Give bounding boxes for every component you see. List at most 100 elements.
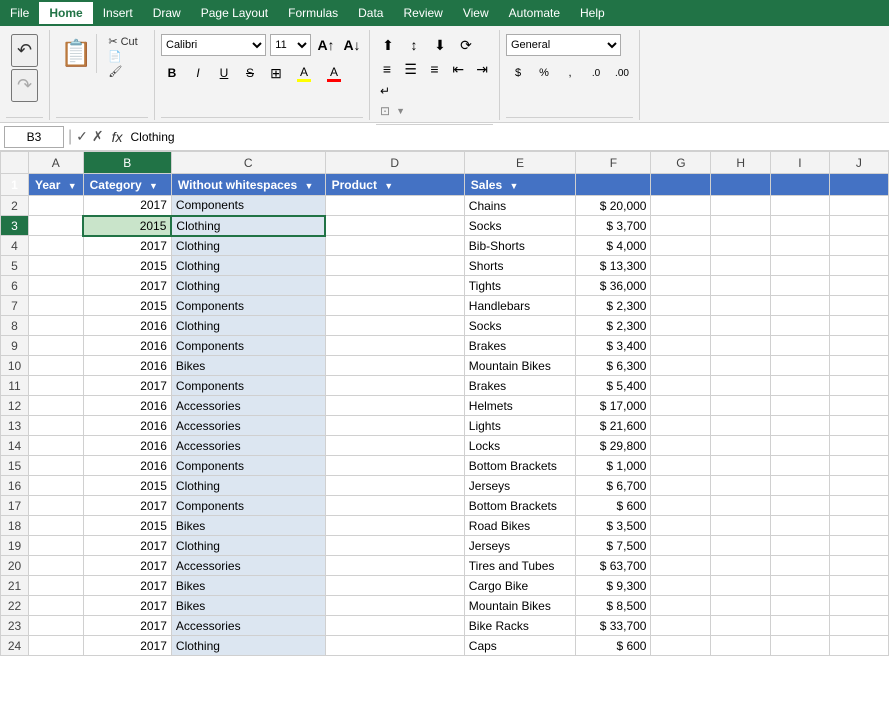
menu-view[interactable]: View <box>453 2 499 24</box>
number-format-select[interactable]: General <box>506 34 621 56</box>
cell-year[interactable]: 2017 <box>83 496 171 516</box>
menu-pagelayout[interactable]: Page Layout <box>191 2 278 24</box>
align-middle-button[interactable]: ↕ <box>402 34 426 56</box>
cell-year[interactable]: 2016 <box>83 356 171 376</box>
cell-a[interactable] <box>29 356 84 376</box>
align-bottom-button[interactable]: ⬇ <box>428 34 452 56</box>
cell-sales[interactable]: $ 2,300 <box>576 316 651 336</box>
cell-a[interactable] <box>29 556 84 576</box>
indent-increase-button[interactable]: ⇥ <box>471 58 493 80</box>
cell-sales[interactable]: $ 21,600 <box>576 416 651 436</box>
menu-data[interactable]: Data <box>348 2 393 24</box>
cell-a[interactable] <box>29 396 84 416</box>
cell-sales[interactable]: $ 4,000 <box>576 236 651 256</box>
cell-year[interactable]: 2015 <box>83 476 171 496</box>
cell-whitespaces[interactable] <box>325 436 464 456</box>
cell-whitespaces[interactable] <box>325 256 464 276</box>
col-header-a[interactable]: A <box>29 152 84 174</box>
cell-sales[interactable]: $ 8,500 <box>576 596 651 616</box>
cell-sales[interactable]: $ 3,400 <box>576 336 651 356</box>
cell-whitespaces[interactable] <box>325 516 464 536</box>
cell-sales[interactable]: $ 36,000 <box>576 276 651 296</box>
cell-sales[interactable]: $ 63,700 <box>576 556 651 576</box>
cell-product[interactable]: Helmets <box>464 396 575 416</box>
cell-whitespaces[interactable] <box>325 536 464 556</box>
cell-a[interactable] <box>29 436 84 456</box>
cell-a[interactable] <box>29 516 84 536</box>
cell-a[interactable] <box>29 636 84 656</box>
cut-button[interactable]: ✂ Cut <box>105 34 140 49</box>
underline-button[interactable]: U <box>213 62 235 84</box>
cell-category[interactable]: Clothing <box>171 236 325 256</box>
align-top-button[interactable]: ⬆ <box>376 34 400 56</box>
cell-a[interactable] <box>29 576 84 596</box>
header-cell[interactable]: Year ▼ <box>29 174 84 196</box>
cell-a[interactable] <box>29 536 84 556</box>
cell-product[interactable]: Socks <box>464 316 575 336</box>
borders-button[interactable]: ⊞ <box>265 62 287 84</box>
cell-sales[interactable]: $ 600 <box>576 496 651 516</box>
percent-button[interactable]: % <box>532 62 556 84</box>
cell-sales[interactable]: $ 29,800 <box>576 436 651 456</box>
comma-button[interactable]: , <box>558 62 582 84</box>
bold-button[interactable]: B <box>161 62 183 84</box>
cell-category[interactable]: Clothing <box>171 256 325 276</box>
cell-whitespaces[interactable] <box>325 316 464 336</box>
cell-category[interactable]: Bikes <box>171 516 325 536</box>
cell-whitespaces[interactable] <box>325 636 464 656</box>
cell-sales[interactable]: $ 5,400 <box>576 376 651 396</box>
menu-draw[interactable]: Draw <box>143 2 191 24</box>
cell-year[interactable]: 2017 <box>83 376 171 396</box>
increase-decimal-button[interactable]: .00 <box>610 62 634 84</box>
cell-category[interactable]: Components <box>171 376 325 396</box>
menu-formulas[interactable]: Formulas <box>278 2 348 24</box>
cell-whitespaces[interactable] <box>325 276 464 296</box>
cell-product[interactable]: Bottom Brackets <box>464 496 575 516</box>
cell-product[interactable]: Bottom Brackets <box>464 456 575 476</box>
cell-sales[interactable]: $ 6,700 <box>576 476 651 496</box>
cell-a[interactable] <box>29 236 84 256</box>
cell-year[interactable]: 2015 <box>83 256 171 276</box>
cell-category[interactable]: Components <box>171 196 325 216</box>
cell-year[interactable]: 2017 <box>83 196 171 216</box>
font-name-select[interactable]: Calibri <box>161 34 266 56</box>
cell-category[interactable]: Accessories <box>171 556 325 576</box>
cell-whitespaces[interactable] <box>325 456 464 476</box>
cell-year[interactable]: 2017 <box>83 596 171 616</box>
wrap-text-button[interactable]: ↵ <box>376 82 493 100</box>
cell-product[interactable]: Shorts <box>464 256 575 276</box>
cell-a[interactable] <box>29 416 84 436</box>
cell-a[interactable] <box>29 596 84 616</box>
fill-color-button[interactable]: A <box>291 62 317 84</box>
format-painter-button[interactable]: 🖌 <box>105 64 140 79</box>
cell-product[interactable]: Chains <box>464 196 575 216</box>
cell-whitespaces[interactable] <box>325 556 464 576</box>
text-angle-button[interactable]: ⟳ <box>454 34 478 56</box>
cell-category[interactable]: Clothing <box>171 316 325 336</box>
cell-sales[interactable]: $ 1,000 <box>576 456 651 476</box>
cell-year[interactable]: 2016 <box>83 436 171 456</box>
header-cell[interactable]: Category ▼ <box>83 174 171 196</box>
cell-sales[interactable]: $ 7,500 <box>576 536 651 556</box>
cell-year[interactable]: 2017 <box>83 536 171 556</box>
cell-whitespaces[interactable] <box>325 336 464 356</box>
cell-a[interactable] <box>29 456 84 476</box>
cell-category[interactable]: Bikes <box>171 576 325 596</box>
cell-product[interactable]: Cargo Bike <box>464 576 575 596</box>
cell-category[interactable]: Components <box>171 496 325 516</box>
cell-sales[interactable]: $ 17,000 <box>576 396 651 416</box>
cell-category[interactable]: Components <box>171 456 325 476</box>
cell-whitespaces[interactable] <box>325 616 464 636</box>
menu-home[interactable]: Home <box>39 2 92 24</box>
cell-sales[interactable]: $ 13,300 <box>576 256 651 276</box>
cell-whitespaces[interactable] <box>325 496 464 516</box>
font-size-select[interactable]: 11 <box>270 34 311 56</box>
font-grow-button[interactable]: A↑ <box>315 34 337 56</box>
cell-sales[interactable]: $ 3,500 <box>576 516 651 536</box>
cell-a[interactable] <box>29 476 84 496</box>
decrease-decimal-button[interactable]: .0 <box>584 62 608 84</box>
cell-year[interactable]: 2017 <box>83 276 171 296</box>
cell-reference-input[interactable] <box>4 126 64 148</box>
cell-product[interactable]: Tires and Tubes <box>464 556 575 576</box>
cell-year[interactable]: 2016 <box>83 336 171 356</box>
